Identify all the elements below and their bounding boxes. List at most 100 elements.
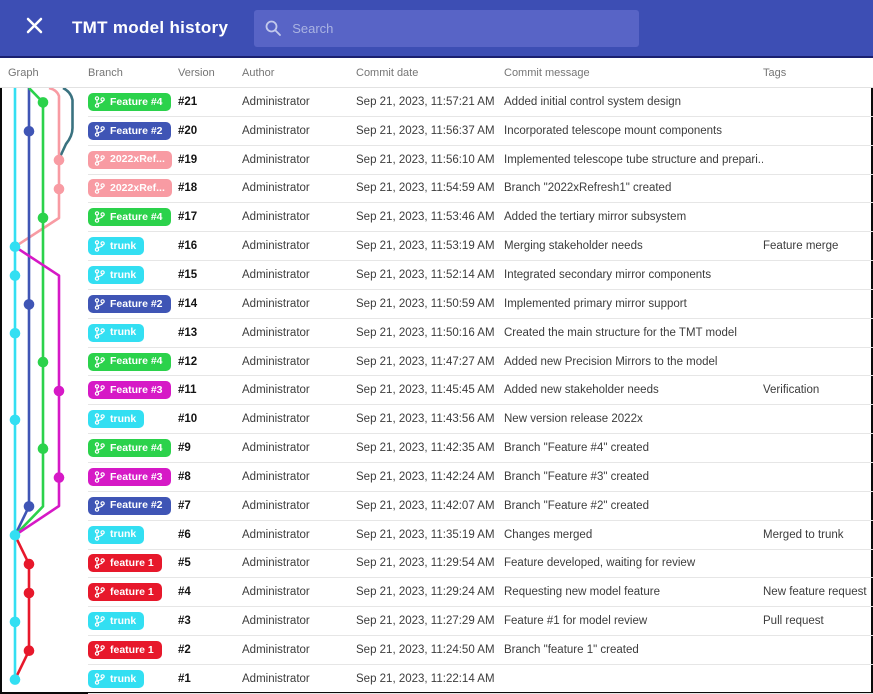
branch-cell: Feature #2 <box>88 492 178 521</box>
table-row[interactable]: trunk #10 Administrator Sep 21, 2023, 11… <box>0 405 873 435</box>
commit-message-cell: Added initial control system design <box>504 88 763 117</box>
branch-cell: trunk <box>88 261 178 290</box>
table-row[interactable]: Feature #4 #12 Administrator Sep 21, 202… <box>0 348 873 377</box>
table-row[interactable]: Feature #3 #11 Administrator Sep 21, 202… <box>0 376 873 406</box>
table-row[interactable]: Feature #2 #14 Administrator Sep 21, 202… <box>0 290 873 319</box>
branch-label: trunk <box>110 412 137 425</box>
branch-label: Feature #2 <box>110 499 163 512</box>
author-cell: Administrator <box>242 175 356 204</box>
branch-badge[interactable]: Feature #2 <box>88 121 171 140</box>
branch-icon <box>94 644 105 656</box>
commit-date-cell: Sep 21, 2023, 11:50:16 AM <box>356 319 504 348</box>
version-cell: #8 <box>178 463 242 492</box>
branch-badge[interactable]: trunk <box>88 265 145 284</box>
branch-badge[interactable]: trunk <box>88 323 145 342</box>
search-box[interactable] <box>254 9 640 47</box>
branch-badge[interactable]: 2022xRef... <box>88 179 172 198</box>
branch-badge[interactable]: Feature #4 <box>88 92 171 111</box>
branch-label: trunk <box>110 528 137 541</box>
tag-cell <box>763 319 873 348</box>
branch-badge[interactable]: Feature #3 <box>88 381 171 400</box>
branch-badge[interactable]: trunk <box>88 237 145 256</box>
commit-message-cell: Branch "Feature #3" created <box>504 463 763 492</box>
branch-badge[interactable]: trunk <box>88 410 145 429</box>
branch-badge[interactable]: Feature #4 <box>88 208 171 227</box>
version-cell: #9 <box>178 434 242 463</box>
tag-cell <box>763 146 873 175</box>
table-row[interactable]: 2022xRef... #18 Administrator Sep 21, 20… <box>0 175 873 204</box>
table-row[interactable]: feature 1 #5 Administrator Sep 21, 2023,… <box>0 550 873 579</box>
author-cell: Administrator <box>242 665 356 694</box>
close-button[interactable] <box>18 12 50 44</box>
author-cell: Administrator <box>242 146 356 175</box>
branch-badge[interactable]: Feature #4 <box>88 352 171 371</box>
table-row[interactable]: feature 1 #2 Administrator Sep 21, 2023,… <box>0 636 873 665</box>
branch-icon <box>94 557 105 570</box>
table-row[interactable]: Feature #2 #20 Administrator Sep 21, 202… <box>0 117 873 146</box>
commit-date-cell: Sep 21, 2023, 11:45:45 AM <box>356 376 504 406</box>
table-row[interactable]: 2022xRef... #19 Administrator Sep 21, 20… <box>0 146 873 175</box>
search-input[interactable] <box>292 20 630 36</box>
graph-cell <box>0 665 88 694</box>
branch-label: Feature #4 <box>110 95 163 108</box>
branch-badge[interactable]: feature 1 <box>88 554 162 573</box>
table-row[interactable]: Feature #4 #9 Administrator Sep 21, 2023… <box>0 434 873 463</box>
branch-label: Feature #3 <box>110 384 163 397</box>
version-cell: #1 <box>178 665 242 694</box>
branch-badge[interactable]: Feature #2 <box>88 294 171 313</box>
table-row[interactable]: Feature #4 #17 Administrator Sep 21, 202… <box>0 203 873 233</box>
branch-badge[interactable]: 2022xRef... <box>88 150 172 169</box>
close-icon <box>25 16 44 40</box>
table-row[interactable]: Feature #4 #21 Administrator Sep 21, 202… <box>0 88 873 117</box>
branch-cell: Feature #3 <box>88 376 178 406</box>
commit-message-cell: Branch "Feature #4" created <box>504 434 763 463</box>
graph-cell <box>0 405 88 434</box>
commit-message-cell <box>504 665 763 694</box>
graph-cell <box>0 290 88 319</box>
table-row[interactable]: trunk #16 Administrator Sep 21, 2023, 11… <box>0 232 873 262</box>
branch-badge[interactable]: feature 1 <box>88 640 162 659</box>
version-cell: #6 <box>178 521 242 550</box>
graph-cell <box>0 607 88 636</box>
commit-date-cell: Sep 21, 2023, 11:52:14 AM <box>356 261 504 290</box>
branch-cell: feature 1 <box>88 636 178 665</box>
tag-cell <box>763 550 873 579</box>
commit-date-cell: Sep 21, 2023, 11:56:10 AM <box>356 146 504 175</box>
table-row[interactable]: Feature #2 #7 Administrator Sep 21, 2023… <box>0 492 873 521</box>
table-row[interactable]: trunk #15 Administrator Sep 21, 2023, 11… <box>0 261 873 290</box>
graph-cell <box>0 88 88 117</box>
search-icon <box>264 19 282 37</box>
table-row[interactable]: feature 1 #4 Administrator Sep 21, 2023,… <box>0 578 873 608</box>
commit-message-cell: Implemented telescope tube structure and… <box>504 146 763 175</box>
branch-badge[interactable]: trunk <box>88 612 145 631</box>
tag-cell <box>763 175 873 204</box>
table-row[interactable]: trunk #13 Administrator Sep 21, 2023, 11… <box>0 319 873 348</box>
branch-icon <box>94 355 105 368</box>
branch-badge[interactable]: Feature #4 <box>88 439 171 458</box>
table-row[interactable]: trunk #6 Administrator Sep 21, 2023, 11:… <box>0 521 873 550</box>
table-row[interactable]: trunk #1 Administrator Sep 21, 2023, 11:… <box>0 665 873 694</box>
table-row[interactable]: trunk #3 Administrator Sep 21, 2023, 11:… <box>0 607 873 637</box>
branch-badge[interactable]: Feature #3 <box>88 467 171 486</box>
branch-badge[interactable]: trunk <box>88 525 145 544</box>
commit-date-cell: Sep 21, 2023, 11:35:19 AM <box>356 521 504 550</box>
commit-date-cell: Sep 21, 2023, 11:29:24 AM <box>356 578 504 608</box>
commit-message-cell: Merging stakeholder needs <box>504 232 763 262</box>
branch-icon <box>94 124 105 137</box>
branch-badge[interactable]: Feature #2 <box>88 496 171 515</box>
branch-label: trunk <box>110 326 137 339</box>
branch-cell: feature 1 <box>88 550 178 579</box>
branch-badge[interactable]: trunk <box>88 669 145 688</box>
branch-cell: Feature #2 <box>88 290 178 319</box>
graph-cell <box>0 319 88 348</box>
branch-cell: Feature #4 <box>88 88 178 117</box>
branch-badge[interactable]: feature 1 <box>88 583 162 602</box>
branch-icon <box>94 442 105 454</box>
table-row[interactable]: Feature #3 #8 Administrator Sep 21, 2023… <box>0 463 873 492</box>
version-cell: #12 <box>178 348 242 377</box>
commit-date-cell: Sep 21, 2023, 11:50:59 AM <box>356 290 504 319</box>
version-cell: #11 <box>178 376 242 406</box>
branch-label: 2022xRef... <box>110 182 165 195</box>
commit-date-cell: Sep 21, 2023, 11:22:14 AM <box>356 665 504 694</box>
branch-label: Feature #2 <box>110 297 163 310</box>
